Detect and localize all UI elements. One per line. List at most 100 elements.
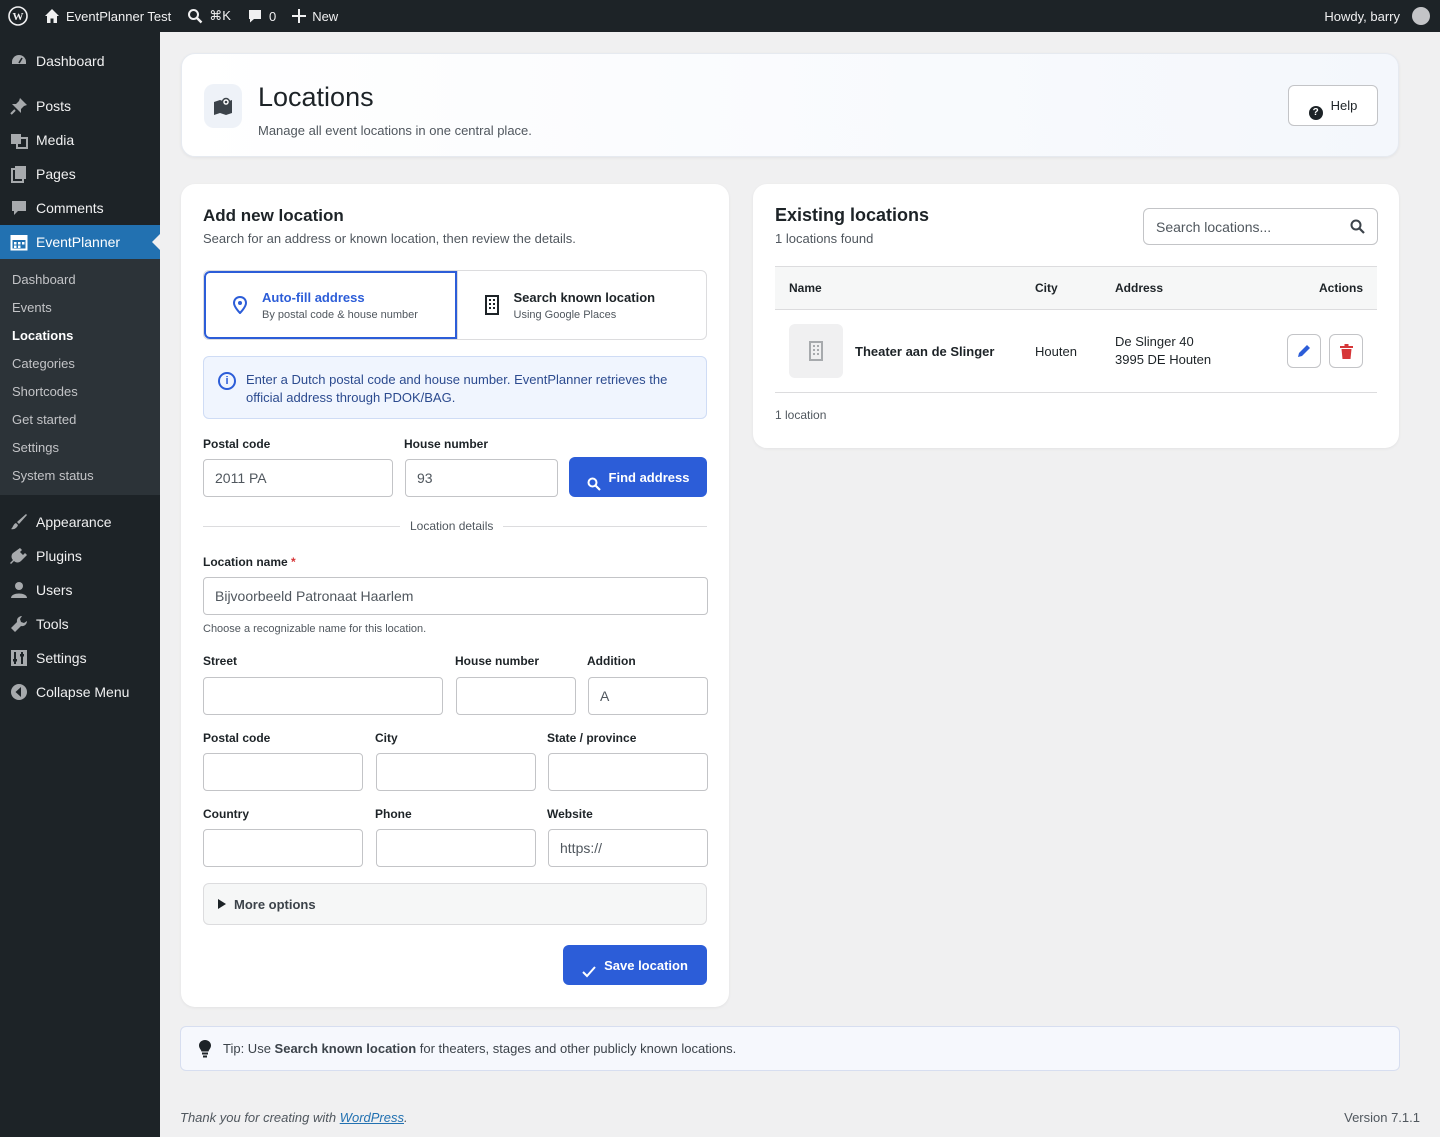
menu-users[interactable]: Users	[0, 573, 160, 607]
submenu-events[interactable]: Events	[0, 293, 160, 321]
city-input[interactable]	[376, 753, 536, 791]
addition-input[interactable]: A	[588, 677, 708, 715]
submenu-categories[interactable]: Categories	[0, 349, 160, 377]
postal-code-input[interactable]	[203, 753, 363, 791]
footer-thanks: Thank you for creating with WordPress.	[180, 1110, 408, 1125]
lookup-mode-tabs: Auto-fill address By postal code & house…	[203, 270, 707, 340]
wordpress-logo-button[interactable]: W	[0, 0, 36, 32]
existing-locations-title: Existing locations	[775, 205, 930, 225]
add-location-title: Add new location	[203, 206, 344, 225]
locations-count: 1 locations found	[775, 231, 874, 246]
location-pin-icon	[232, 296, 248, 314]
submenu-locations[interactable]: Locations	[0, 321, 160, 349]
command-search-button[interactable]: ⌘K	[179, 0, 239, 32]
website-input[interactable]: https://	[548, 829, 708, 867]
search-shortcut: ⌘K	[209, 8, 231, 23]
more-options-toggle[interactable]: More options	[203, 883, 707, 925]
existing-locations-card: Existing locations 1 locations found Sea…	[753, 184, 1399, 448]
my-account-menu[interactable]: Howdy, barry	[1316, 0, 1440, 32]
find-address-button[interactable]: Find address	[569, 457, 707, 497]
location-address: De Slinger 40 3995 DE Houten	[1115, 333, 1275, 369]
tab-subtitle: Using Google Places	[513, 308, 617, 321]
tab-auto-fill-address[interactable]: Auto-fill address By postal code & house…	[204, 271, 457, 339]
lookup-house-number-input[interactable]: 93	[405, 459, 558, 497]
phone-input[interactable]	[376, 829, 536, 867]
location-name-input[interactable]: Bijvoorbeeld Patronaat Haarlem	[203, 577, 708, 615]
postal-code-label: Postal code	[203, 437, 271, 451]
menu-tools[interactable]: Tools	[0, 607, 160, 641]
menu-plugins[interactable]: Plugins	[0, 539, 160, 573]
user-icon	[10, 581, 28, 599]
site-name-link[interactable]: EventPlanner Test	[36, 0, 179, 32]
menu-comments[interactable]: Comments	[0, 191, 160, 225]
submenu-settings[interactable]: Settings	[0, 433, 160, 461]
state-input[interactable]	[548, 753, 708, 791]
eventplanner-submenu: Dashboard Events Locations Categories Sh…	[0, 259, 160, 495]
building-icon	[484, 295, 499, 315]
admin-sidebar: Dashboard Posts Media Pages Comments Eve…	[0, 32, 160, 1120]
triangle-right-icon	[218, 899, 226, 909]
tab-subtitle: By postal code & house number	[262, 308, 418, 321]
column-header-city: City	[1035, 281, 1058, 295]
building-icon	[789, 324, 843, 378]
add-location-subtitle: Search for an address or known location,…	[203, 231, 576, 246]
menu-posts[interactable]: Posts	[0, 89, 160, 123]
edit-location-button[interactable]	[1287, 334, 1321, 368]
addition-label: Addition	[587, 654, 636, 668]
save-location-button[interactable]: Save location	[563, 945, 707, 985]
comment-icon	[248, 10, 261, 23]
collapse-icon	[10, 683, 28, 701]
tip-notice: Tip: Use Search known location for theat…	[180, 1026, 1400, 1071]
delete-location-button[interactable]	[1329, 334, 1363, 368]
search-locations-input[interactable]: Search locations...	[1143, 208, 1378, 245]
find-address-label: Find address	[608, 469, 690, 485]
submenu-dashboard[interactable]: Dashboard	[0, 265, 160, 293]
page-title: Locations	[258, 82, 374, 112]
tab-search-known-location[interactable]: Search known location Using Google Place…	[456, 271, 707, 339]
page-subtitle: Manage all event locations in one centra…	[258, 123, 532, 138]
lookup-postal-code-input[interactable]: 2011 PA	[203, 459, 393, 497]
avatar	[1412, 7, 1430, 25]
howdy-text: Howdy, barry	[1324, 8, 1400, 24]
street-label: Street	[203, 654, 238, 668]
footer-period: .	[404, 1110, 408, 1125]
brush-icon	[10, 513, 28, 531]
menu-label: Media	[36, 132, 75, 148]
submenu-system-status[interactable]: System status	[0, 461, 160, 489]
menu-label: Tools	[36, 616, 69, 632]
media-icon	[10, 131, 28, 149]
menu-settings[interactable]: Settings	[0, 641, 160, 675]
submenu-shortcodes[interactable]: Shortcodes	[0, 377, 160, 405]
wordpress-link[interactable]: WordPress	[340, 1110, 404, 1125]
pencil-icon	[1298, 345, 1310, 357]
address-line-2: 3995 DE Houten	[1115, 352, 1212, 367]
question-icon: ?	[1308, 105, 1323, 120]
tab-title: Auto-fill address	[262, 289, 365, 305]
location-name: Theater aan de Slinger	[855, 343, 995, 359]
map-pin-icon	[204, 84, 242, 128]
tip-prefix: Tip: Use	[223, 1041, 271, 1056]
menu-media[interactable]: Media	[0, 123, 160, 157]
collapse-menu-button[interactable]: Collapse Menu	[0, 675, 160, 709]
menu-eventplanner[interactable]: EventPlanner	[0, 225, 160, 259]
location-details-heading: Location details	[400, 519, 504, 533]
help-button[interactable]: ? Help	[1288, 85, 1378, 126]
search-placeholder: Search locations...	[1156, 218, 1272, 235]
save-location-label: Save location	[604, 957, 688, 973]
calendar-icon	[10, 233, 28, 251]
menu-appearance[interactable]: Appearance	[0, 505, 160, 539]
menu-pages[interactable]: Pages	[0, 157, 160, 191]
comment-icon	[10, 199, 28, 217]
wrench-icon	[10, 615, 28, 633]
menu-label: Dashboard	[36, 53, 105, 69]
street-input[interactable]	[203, 677, 443, 715]
plus-icon	[292, 9, 307, 23]
new-content-button[interactable]: New	[284, 0, 346, 32]
home-icon	[45, 9, 59, 23]
house-number-input[interactable]	[456, 677, 576, 715]
country-input[interactable]	[203, 829, 363, 867]
info-notice: i Enter a Dutch postal code and house nu…	[203, 356, 707, 419]
menu-dashboard[interactable]: Dashboard	[0, 44, 160, 78]
submenu-get-started[interactable]: Get started	[0, 405, 160, 433]
comments-link[interactable]: 0	[239, 0, 284, 32]
